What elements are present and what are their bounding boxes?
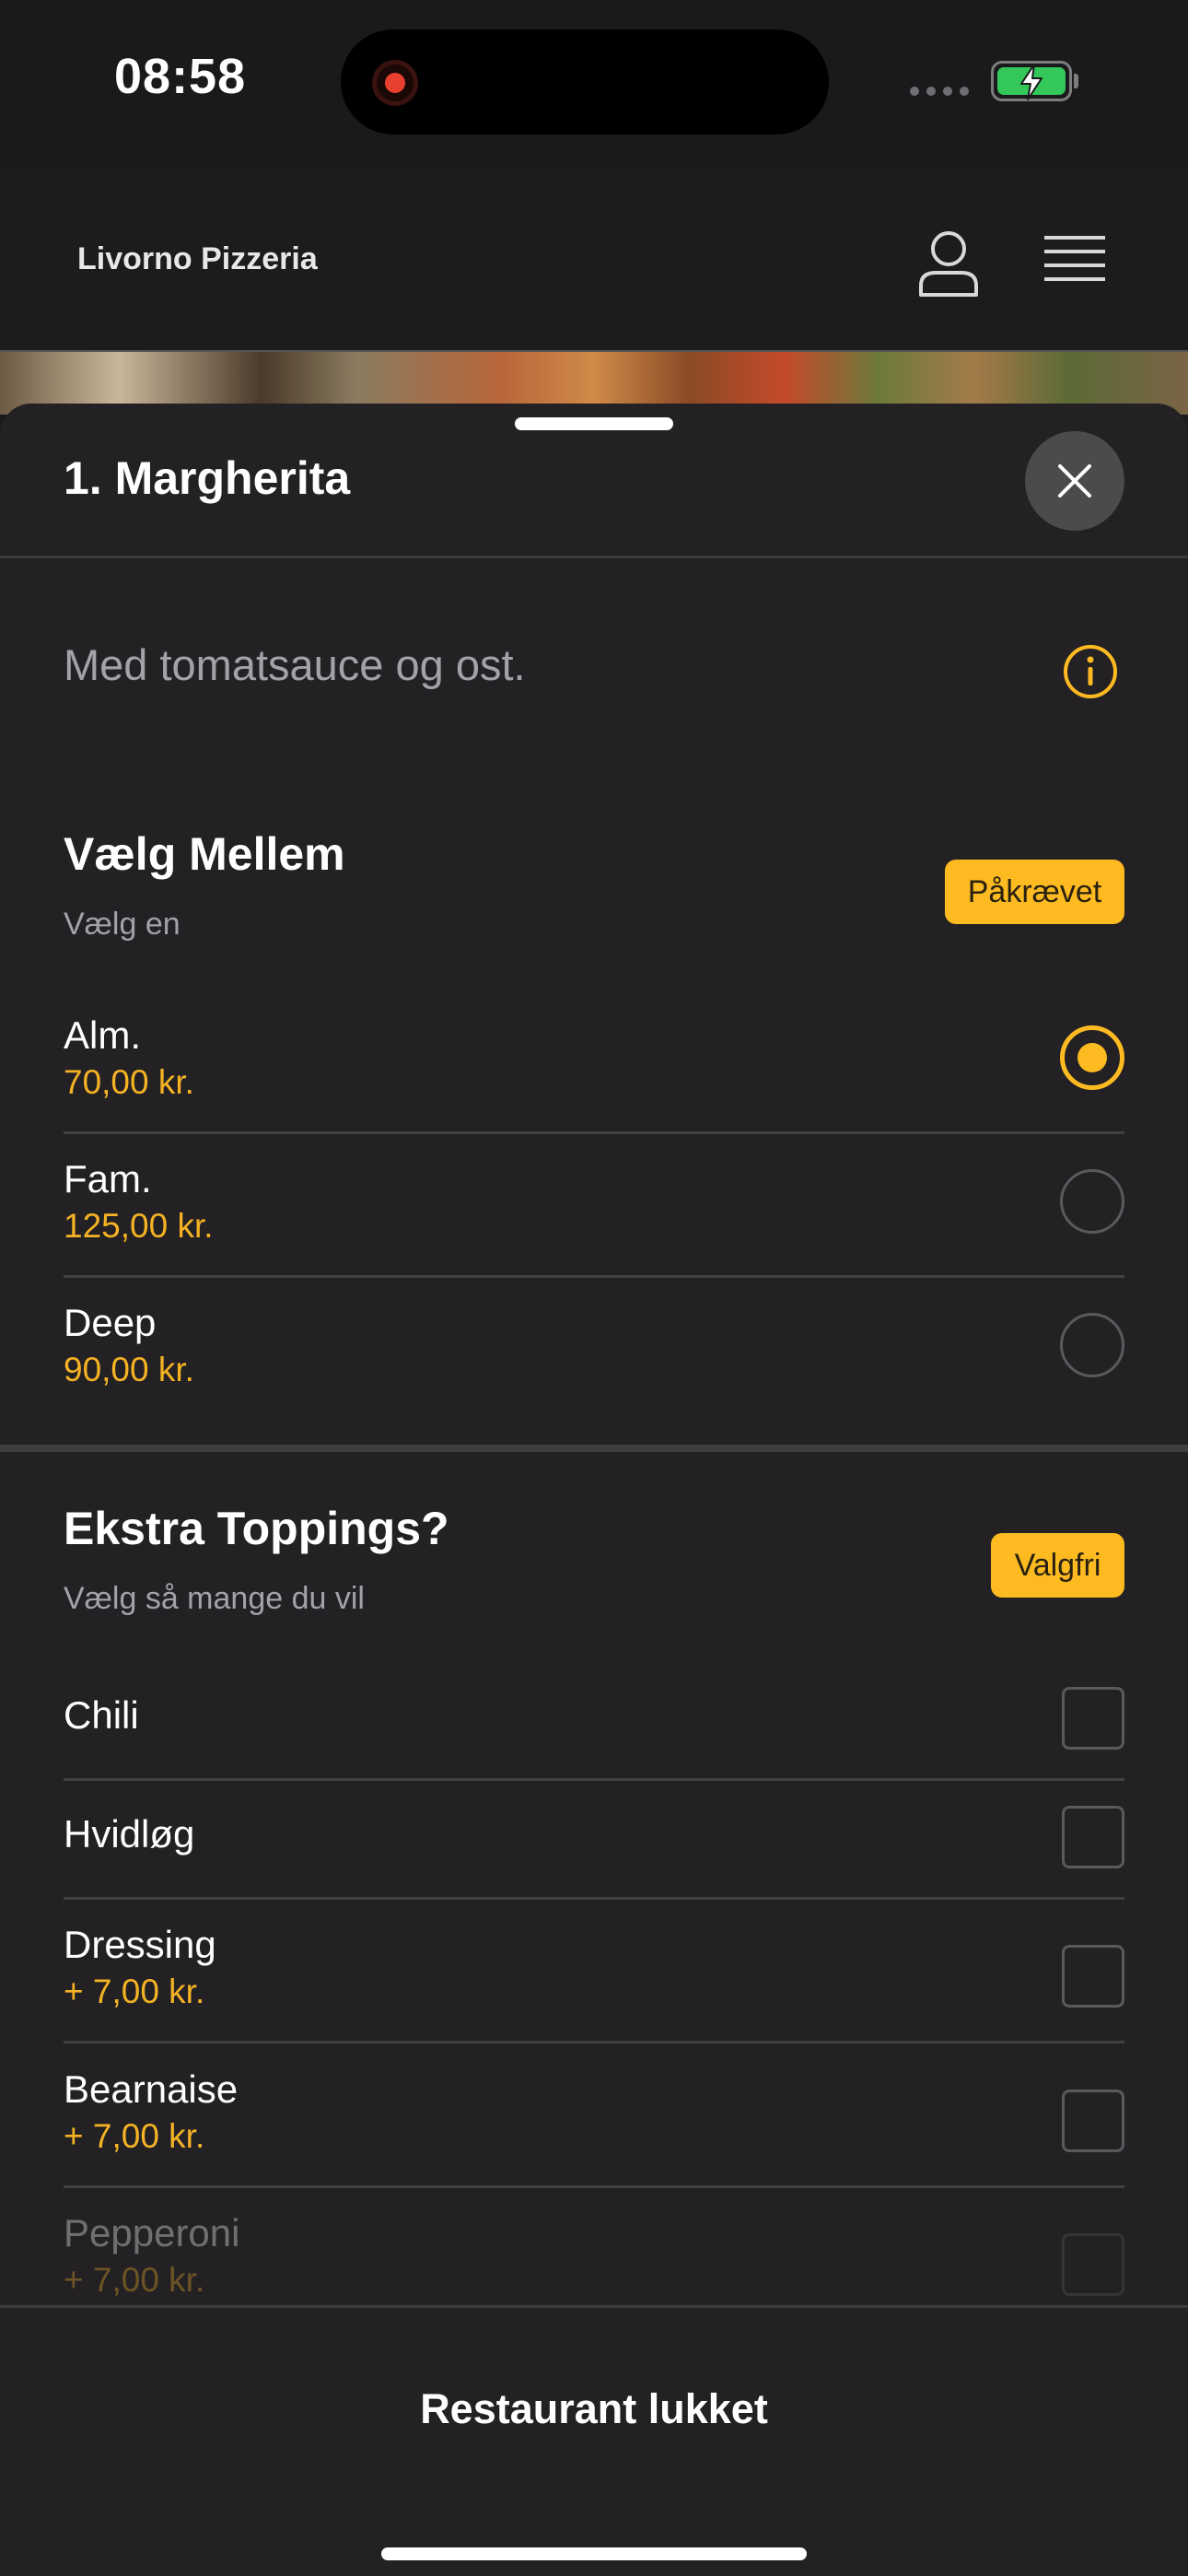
item-title: 1. Margherita: [64, 452, 351, 504]
radio-unselected[interactable]: [1060, 1313, 1124, 1377]
radio-unselected[interactable]: [1060, 1169, 1124, 1234]
charging-bolt-icon: [1020, 64, 1042, 100]
checkbox[interactable]: [1062, 1806, 1124, 1868]
option-price: + 7,00 kr.: [64, 2117, 205, 2155]
option-divider: [64, 2185, 1124, 2188]
restaurant-name[interactable]: Livorno Pizzeria: [77, 241, 318, 277]
checkbox[interactable]: [1062, 2090, 1124, 2152]
option-label: Chili: [64, 1693, 139, 1737]
topping-option-dressing[interactable]: Dressing + 7,00 kr.: [64, 1923, 1124, 2061]
restaurant-closed-label: Restaurant lukket: [420, 2385, 768, 2432]
option-price: + 7,00 kr.: [64, 2261, 205, 2299]
size-group-title: Vælg Mellem: [64, 828, 345, 880]
radio-selected[interactable]: [1060, 1025, 1124, 1090]
app-header: Livorno Pizzeria: [0, 166, 1188, 350]
screen: 08:58 Livorno Pizzeria 1. Margherita Med…: [0, 0, 1188, 2576]
status-bar: 08:58: [0, 0, 1188, 166]
home-indicator[interactable]: [381, 2547, 807, 2560]
topping-option-hvidlog[interactable]: Hvidløg: [64, 1806, 1124, 1932]
sheet-grabber[interactable]: [515, 417, 673, 430]
option-label: Alm.: [64, 1013, 141, 1057]
battery-cap: [1074, 74, 1078, 88]
option-divider: [64, 1131, 1124, 1134]
user-icon[interactable]: [917, 228, 980, 299]
option-divider: [64, 1897, 1124, 1900]
topping-option-bearnaise[interactable]: Bearnaise + 7,00 kr.: [64, 2067, 1124, 2206]
checkbox[interactable]: [1062, 2233, 1124, 2296]
option-divider: [64, 1275, 1124, 1278]
toppings-group-subtitle: Vælg så mange du vil: [64, 1581, 365, 1616]
option-divider: [64, 1778, 1124, 1781]
option-label: Fam.: [64, 1157, 152, 1200]
close-button[interactable]: [1025, 431, 1124, 531]
topping-option-chili[interactable]: Chili: [64, 1687, 1124, 1813]
option-divider: [64, 2041, 1124, 2043]
option-price: 90,00 kr.: [64, 1351, 194, 1388]
info-icon[interactable]: [1062, 643, 1119, 700]
bottom-bar: Restaurant lukket: [0, 2305, 1188, 2576]
status-time: 08:58: [114, 49, 247, 104]
screen-recording-icon: [372, 60, 418, 106]
option-price: 70,00 kr.: [64, 1063, 194, 1101]
option-price: + 7,00 kr.: [64, 1973, 205, 2010]
size-option-alm[interactable]: Alm. 70,00 kr.: [64, 1013, 1124, 1152]
size-option-fam[interactable]: Fam. 125,00 kr.: [64, 1157, 1124, 1295]
dynamic-island: [341, 29, 829, 135]
section-divider: [0, 1445, 1188, 1452]
option-label: Dressing: [64, 1923, 216, 1966]
size-option-deep[interactable]: Deep 90,00 kr.: [64, 1301, 1124, 1421]
battery-icon: [991, 61, 1072, 101]
option-label: Hvidløg: [64, 1812, 195, 1856]
size-group-subtitle: Vælg en: [64, 907, 181, 942]
option-label: Pepperoni: [64, 2211, 240, 2254]
optional-badge: Valgfri: [991, 1533, 1124, 1598]
checkbox[interactable]: [1062, 1945, 1124, 2008]
item-sheet: 1. Margherita Med tomatsauce og ost. Væl…: [0, 404, 1188, 2576]
close-icon: [1058, 464, 1091, 498]
menu-icon[interactable]: [1044, 234, 1105, 286]
option-label: Bearnaise: [64, 2067, 239, 2111]
checkbox[interactable]: [1062, 1687, 1124, 1750]
item-description: Med tomatsauce og ost.: [64, 640, 526, 689]
cellular-signal-icon: [910, 87, 969, 96]
option-price: 125,00 kr.: [64, 1207, 214, 1245]
required-badge: Påkrævet: [945, 860, 1124, 924]
divider: [0, 556, 1188, 558]
toppings-group-title: Ekstra Toppings?: [64, 1503, 449, 1554]
option-label: Deep: [64, 1301, 157, 1344]
